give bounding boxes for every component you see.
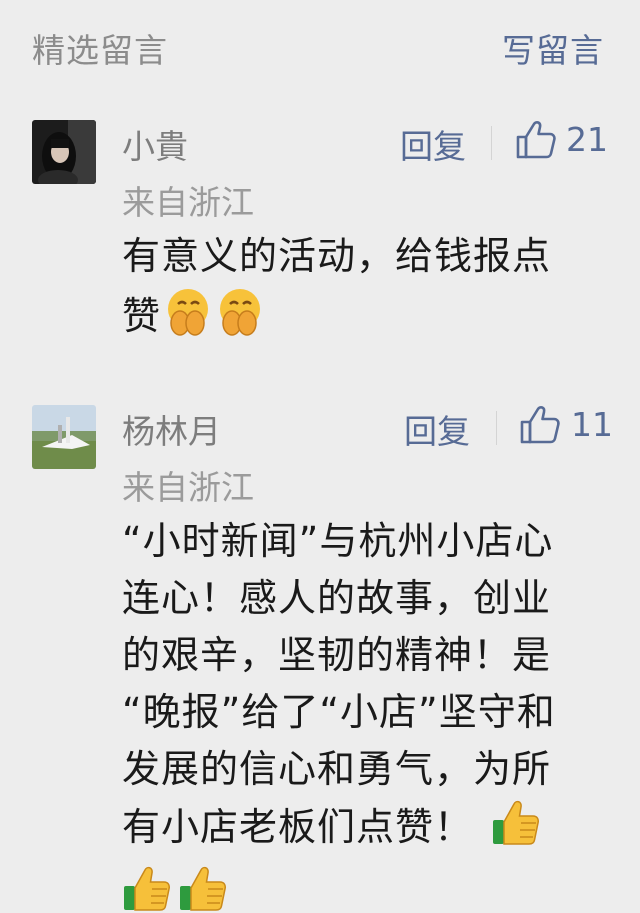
section-title: 精选留言 bbox=[32, 31, 168, 70]
comment-text-line: 发展的信心和勇气，为所 bbox=[122, 747, 552, 791]
like-button[interactable] bbox=[518, 403, 562, 447]
comment-text-line: 连心！感人的故事，创业 bbox=[122, 576, 552, 620]
comment-text-line: 的艰辛，坚韧的精神！是 bbox=[122, 633, 552, 677]
comment-item: 小貴 回复 21 来自浙江 有意义的活动，给钱报点 赞 bbox=[0, 118, 640, 348]
thumbs-up-emoji bbox=[178, 864, 228, 913]
like-count: 21 bbox=[566, 120, 608, 159]
divider bbox=[491, 126, 492, 160]
commenter-location: 来自浙江 bbox=[122, 468, 254, 507]
comment-text-line: 有小店老板们点赞！ bbox=[122, 798, 612, 864]
thumbs-up-outline-icon bbox=[520, 406, 560, 444]
commenter-name: 小貴 bbox=[122, 127, 188, 166]
comment-text-segment: 有小店老板们点赞！ bbox=[122, 805, 474, 849]
commenter-name: 杨林月 bbox=[122, 412, 221, 451]
like-count: 11 bbox=[571, 405, 613, 444]
comment-text-line: 有意义的活动，给钱报点 bbox=[122, 234, 552, 278]
avatar-image bbox=[32, 405, 96, 469]
hands-over-mouth-emoji bbox=[161, 285, 213, 353]
divider bbox=[496, 411, 497, 445]
comments-header: 精选留言 写留言 bbox=[0, 0, 640, 96]
hands-over-mouth-emoji bbox=[213, 285, 265, 353]
comment-text-line bbox=[122, 864, 612, 913]
reply-button[interactable]: 回复 bbox=[400, 120, 466, 168]
reply-button[interactable]: 回复 bbox=[404, 405, 470, 453]
avatar[interactable] bbox=[32, 120, 96, 184]
thumbs-up-outline-icon bbox=[516, 121, 556, 159]
write-comment-button[interactable]: 写留言 bbox=[502, 24, 604, 72]
avatar[interactable] bbox=[32, 405, 96, 469]
comment-text-segment: 赞 bbox=[122, 294, 162, 338]
commenter-location: 来自浙江 bbox=[122, 183, 254, 222]
comment-text-line: 赞 bbox=[122, 285, 612, 353]
avatar-image bbox=[32, 120, 96, 184]
comment-item: 杨林月 回复 11 来自浙江 “小时新闻”与杭州小店心 连心！感人的故事，创业 … bbox=[0, 403, 640, 913]
like-button[interactable] bbox=[514, 118, 558, 162]
comment-text: “小时新闻”与杭州小店心 连心！感人的故事，创业 的艰辛，坚韧的精神！是 “晚报… bbox=[122, 513, 612, 913]
comments-page: 精选留言 写留言 小貴 回复 21 来自浙江 有意义的活动，给钱报点 赞 杨林月… bbox=[0, 0, 640, 913]
thumbs-up-emoji bbox=[122, 864, 172, 913]
thumbs-up-emoji bbox=[491, 798, 541, 864]
comment-text-line: “小时新闻”与杭州小店心 bbox=[122, 519, 554, 563]
comment-text: 有意义的活动，给钱报点 赞 bbox=[122, 228, 612, 353]
comment-text-line: “晚报”给了“小店”坚守和 bbox=[122, 690, 556, 734]
